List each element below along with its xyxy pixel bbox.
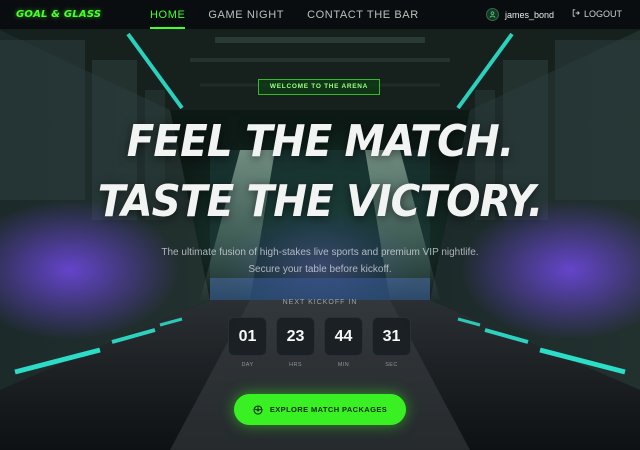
countdown-seconds: 31 SEC	[372, 317, 411, 368]
countdown-minutes: 44 MIN	[324, 317, 363, 368]
countdown-unit: SEC	[385, 362, 398, 368]
countdown-value: 44	[324, 317, 363, 356]
headline-line-1: FEEL THE MATCH.	[126, 116, 515, 167]
top-navbar: GOAL & GLASS HOME GAME NIGHT CONTACT THE…	[0, 0, 640, 30]
user-menu[interactable]: james_bond	[486, 8, 554, 21]
countdown-unit: MIN	[337, 362, 350, 368]
countdown-timer: 01 DAY 23 HRS 44 MIN 31 SEC	[228, 317, 420, 368]
main-nav: HOME GAME NIGHT CONTACT THE BAR	[150, 0, 442, 30]
logout-button[interactable]: LOGOUT	[572, 9, 622, 19]
countdown-value: 31	[372, 317, 411, 356]
cta-label: EXPLORE MATCH PACKAGES	[269, 405, 388, 414]
countdown-value: 23	[276, 317, 315, 356]
nav-item-game-night[interactable]: GAME NIGHT	[208, 0, 284, 30]
hero-subtitle: The ultimate fusion of high-stakes live …	[161, 247, 479, 275]
nav-item-contact-the-bar[interactable]: CONTACT THE BAR	[307, 0, 419, 30]
countdown-value: 01	[228, 317, 267, 356]
welcome-badge: WELCOME TO THE ARENA	[258, 79, 380, 95]
headline-line-2: TASTE THE VICTORY.	[97, 176, 543, 227]
logout-arrow-icon	[572, 9, 580, 19]
logout-label: LOGOUT	[584, 9, 623, 19]
soccer-ball-icon	[253, 404, 263, 415]
countdown-unit: HRS	[289, 362, 302, 368]
user-circle-icon	[486, 8, 499, 21]
brand-logo[interactable]: GOAL & GLASS	[16, 9, 101, 20]
countdown-days: 01 DAY	[228, 317, 267, 368]
explore-packages-button[interactable]: EXPLORE MATCH PACKAGES	[234, 394, 406, 425]
countdown-label: NEXT KICKOFF IN	[282, 299, 358, 306]
username-label: james_bond	[505, 9, 555, 20]
countdown-unit: DAY	[241, 362, 254, 368]
countdown-hours: 23 HRS	[276, 317, 315, 368]
nav-item-home[interactable]: HOME	[150, 0, 186, 30]
